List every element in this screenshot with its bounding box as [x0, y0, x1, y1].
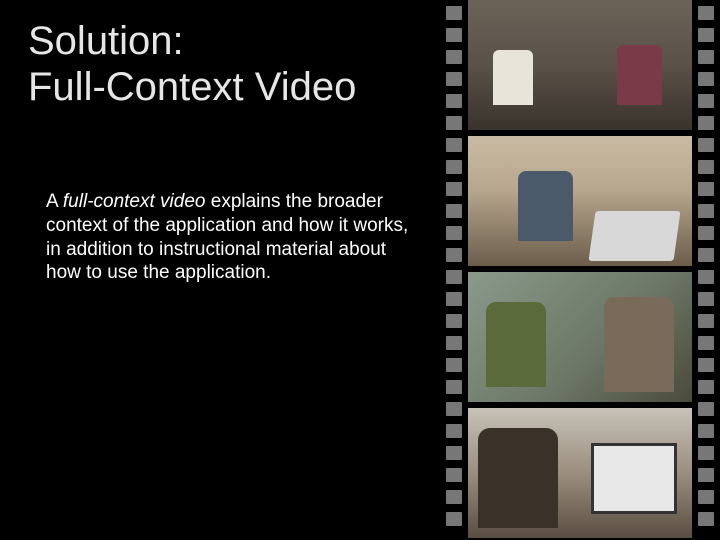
sprocket-hole: [698, 358, 714, 372]
sprocket-hole: [446, 6, 462, 20]
sprocket-hole: [698, 138, 714, 152]
sprocket-hole: [446, 314, 462, 328]
sprocket-hole: [446, 512, 462, 526]
sprocket-hole: [446, 138, 462, 152]
slide-body: A full-context video explains the broade…: [28, 190, 420, 285]
sprocket-hole: [698, 446, 714, 460]
sprocket-hole: [446, 28, 462, 42]
sprocket-hole: [446, 94, 462, 108]
sprocket-hole: [698, 512, 714, 526]
filmstrip: [440, 0, 720, 540]
sprocket-hole: [698, 94, 714, 108]
sprocket-hole: [446, 358, 462, 372]
body-prefix: A: [46, 191, 63, 212]
sprocket-hole: [446, 336, 462, 350]
sprocket-hole: [446, 72, 462, 86]
body-italic-term: full-context video: [63, 191, 206, 212]
slide-title: Solution: Full-Context Video: [28, 18, 420, 110]
sprocket-hole: [698, 160, 714, 174]
sprocket-hole: [698, 248, 714, 262]
sprocket-hole: [446, 50, 462, 64]
film-frame: [468, 136, 692, 266]
filmstrip-frames: [468, 0, 692, 540]
sprocket-hole: [698, 490, 714, 504]
sprocket-hole: [446, 160, 462, 174]
film-frame: [468, 0, 692, 130]
sprocket-hole: [446, 292, 462, 306]
sprocket-hole: [446, 446, 462, 460]
sprocket-hole: [698, 72, 714, 86]
sprocket-hole: [698, 50, 714, 64]
sprocket-hole: [446, 380, 462, 394]
text-content-area: Solution: Full-Context Video A full-cont…: [0, 0, 440, 540]
sprocket-column-left: [440, 0, 468, 540]
sprocket-hole: [446, 226, 462, 240]
sprocket-hole: [446, 424, 462, 438]
sprocket-hole: [446, 270, 462, 284]
sprocket-hole: [698, 182, 714, 196]
sprocket-hole: [446, 182, 462, 196]
title-line-1: Solution:: [28, 19, 184, 63]
sprocket-hole: [698, 314, 714, 328]
sprocket-hole: [446, 490, 462, 504]
sprocket-hole: [698, 204, 714, 218]
sprocket-hole: [698, 6, 714, 20]
sprocket-hole: [446, 116, 462, 130]
film-frame: [468, 408, 692, 538]
title-line-2: Full-Context Video: [28, 65, 356, 109]
sprocket-hole: [446, 204, 462, 218]
sprocket-hole: [698, 270, 714, 284]
sprocket-hole: [446, 402, 462, 416]
sprocket-hole: [698, 292, 714, 306]
sprocket-hole: [698, 468, 714, 482]
sprocket-hole: [698, 402, 714, 416]
sprocket-hole: [446, 248, 462, 262]
sprocket-hole: [698, 226, 714, 240]
sprocket-column-right: [692, 0, 720, 540]
sprocket-hole: [698, 424, 714, 438]
sprocket-hole: [698, 116, 714, 130]
sprocket-hole: [698, 380, 714, 394]
sprocket-hole: [446, 468, 462, 482]
sprocket-hole: [698, 28, 714, 42]
film-frame: [468, 272, 692, 402]
sprocket-hole: [698, 336, 714, 350]
